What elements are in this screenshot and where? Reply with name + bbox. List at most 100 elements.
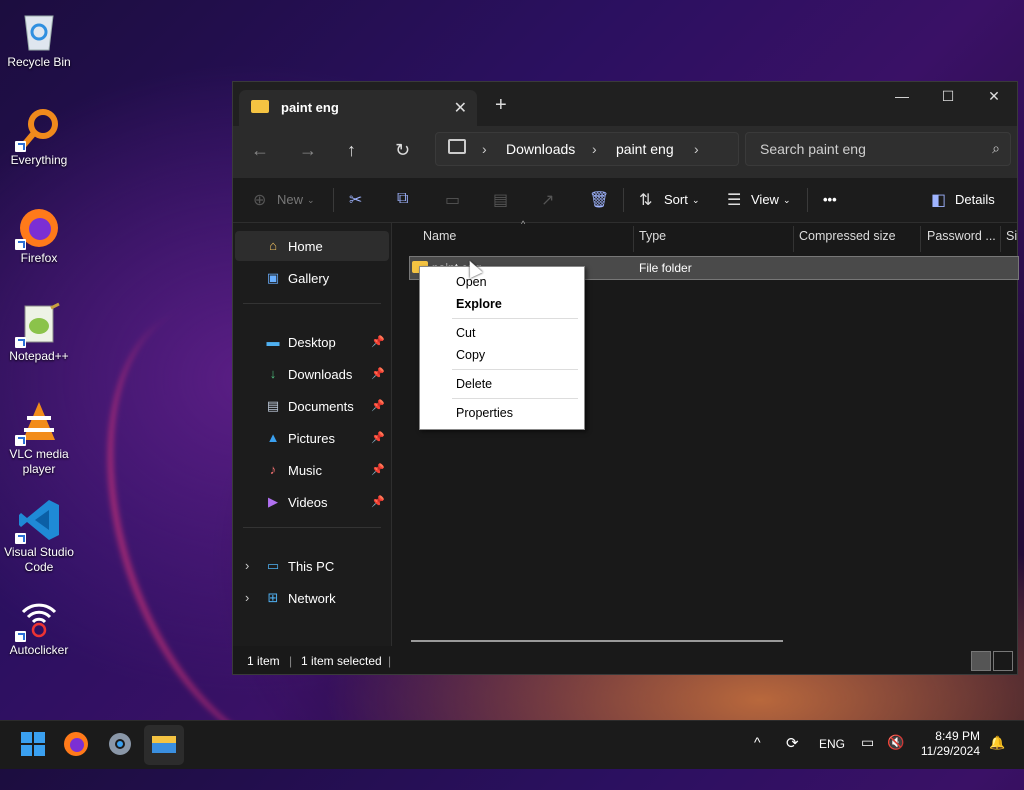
paste-icon[interactable]: ▭ (445, 190, 460, 210)
sidebar-item-network[interactable]: › ⊞ Network (235, 583, 389, 613)
view-button[interactable]: View (751, 192, 779, 207)
language-indicator[interactable]: ENG (819, 737, 845, 751)
tab-paint-eng[interactable]: paint eng ✕ (239, 90, 477, 126)
start-button[interactable] (20, 731, 48, 759)
back-arrow-icon[interactable]: ← (251, 140, 269, 161)
sidebar-item-downloads[interactable]: ↓ Downloads 📌 (235, 359, 389, 389)
tab-close-icon[interactable]: ✕ (454, 98, 467, 118)
search-input[interactable]: Search paint eng ⌕ (745, 132, 1011, 166)
taskbar-firefox-icon[interactable] (63, 731, 91, 759)
selection-count: 1 item selected (301, 654, 382, 668)
videos-icon: ▶ (268, 494, 278, 509)
column-header-size[interactable]: Si (1006, 229, 1017, 243)
chevron-down-icon: ⌄ (307, 195, 315, 205)
sidebar-item-desktop[interactable]: ▬ Desktop 📌 (235, 327, 389, 357)
pin-icon[interactable]: 📌 (371, 431, 385, 444)
breadcrumb[interactable]: › Downloads › paint eng › (435, 132, 739, 166)
rename-icon[interactable]: ▤ (493, 190, 508, 210)
minimize-button[interactable]: — (879, 88, 925, 104)
share-icon[interactable]: ↗ (541, 190, 554, 210)
title-bar: paint eng ✕ + — ☐ ✕ (233, 82, 1017, 126)
desktop-icon-notepadpp[interactable]: Notepad++ (0, 302, 78, 364)
gallery-icon: ▣ (266, 270, 280, 285)
taskbar: ^ ⟳ ENG ▭ 🔇 8:49 PM 11/29/2024 🔔 (0, 720, 1024, 769)
menu-item-copy[interactable]: Copy (456, 348, 485, 362)
sidebar-item-this-pc[interactable]: › ▭ This PC (235, 551, 389, 581)
view-icon[interactable]: ☰ (727, 190, 741, 210)
sidebar-item-documents[interactable]: ▤ Documents 📌 (235, 391, 389, 421)
sidebar-item-label: Gallery (288, 271, 330, 286)
column-header-compressed-size[interactable]: Compressed size (799, 229, 896, 243)
sidebar-item-home[interactable]: ⌂ Home (235, 231, 389, 261)
desktop-icon-firefox[interactable]: Firefox (0, 204, 78, 266)
copy-icon[interactable]: ⧉ (397, 190, 408, 208)
sidebar-item-gallery[interactable]: ▣ Gallery (235, 263, 389, 293)
pin-icon[interactable]: 📌 (371, 335, 385, 348)
column-header-name[interactable]: Name (423, 229, 456, 243)
firefox-icon (15, 204, 61, 250)
divider[interactable] (793, 226, 794, 252)
new-tab-button[interactable]: + (495, 94, 507, 117)
sidebar-item-music[interactable]: ♪ Music 📌 (235, 455, 389, 485)
sidebar-item-videos[interactable]: ▶ Videos 📌 (235, 487, 389, 517)
sort-icon[interactable]: ⇅ (639, 190, 652, 210)
sidebar-item-label: Desktop (288, 335, 336, 350)
delete-icon[interactable]: 🗑 (589, 190, 609, 210)
chevron-right-icon[interactable]: › (245, 558, 249, 573)
taskbar-settings-icon[interactable] (107, 731, 135, 759)
forward-arrow-icon[interactable]: → (299, 140, 317, 161)
desktop-icon-recycle-bin[interactable]: Recycle Bin (0, 8, 78, 70)
tab-title: paint eng (281, 100, 339, 115)
pin-icon[interactable]: 📌 (371, 495, 385, 508)
menu-item-cut[interactable]: Cut (456, 326, 475, 340)
chevron-right-icon[interactable]: › (694, 141, 699, 157)
menu-item-explore[interactable]: Explore (456, 297, 502, 311)
divider: | (289, 654, 293, 668)
divider[interactable] (920, 226, 921, 252)
chevron-right-icon[interactable]: › (245, 590, 249, 605)
desktop-icon-vlc[interactable]: VLC media player (0, 400, 78, 477)
desktop-icon-label: VLC media player (9, 447, 69, 476)
new-plus-icon[interactable]: ⊕ (253, 190, 266, 210)
divider[interactable] (633, 226, 634, 252)
details-view-icon[interactable] (971, 651, 991, 671)
refresh-icon[interactable]: ↻ (395, 140, 410, 161)
desktop-icon-everything[interactable]: Everything (0, 106, 78, 168)
sidebar-item-label: Home (288, 239, 323, 254)
details-pane-icon[interactable]: ◧ (931, 190, 946, 210)
horizontal-scrollbar[interactable] (411, 640, 783, 642)
sidebar-item-label: This PC (288, 559, 335, 574)
details-button[interactable]: Details (955, 192, 995, 207)
menu-item-properties[interactable]: Properties (456, 406, 513, 420)
cut-icon[interactable]: ✂ (349, 190, 362, 210)
desktop-icon-autoclicker[interactable]: Autoclicker (0, 596, 78, 658)
divider (243, 303, 381, 304)
breadcrumb-downloads[interactable]: Downloads (506, 141, 575, 157)
column-header-type[interactable]: Type (639, 229, 666, 243)
display-icon[interactable]: ▭ (861, 734, 874, 751)
more-options-button[interactable]: ••• (823, 192, 837, 207)
sync-icon[interactable]: ⟳ (786, 734, 799, 752)
pin-icon[interactable]: 📌 (371, 367, 385, 380)
menu-item-delete[interactable]: Delete (456, 377, 492, 391)
taskbar-file-explorer-icon[interactable] (144, 725, 184, 765)
up-arrow-icon[interactable]: ↑ (347, 140, 356, 161)
maximize-button[interactable]: ☐ (925, 88, 971, 105)
volume-mute-icon[interactable]: 🔇 (887, 734, 904, 751)
clock[interactable]: 8:49 PM 11/29/2024 (921, 729, 980, 759)
sidebar-item-pictures[interactable]: ▲ Pictures 📌 (235, 423, 389, 453)
desktop-icon-vscode[interactable]: Visual Studio Code (0, 498, 78, 575)
pin-icon[interactable]: 📌 (371, 463, 385, 476)
navigation-pane: ⌂ Home ▣ Gallery ▬ Desktop 📌 ↓ Downloads… (233, 223, 392, 646)
divider[interactable] (1000, 226, 1001, 252)
tiles-view-icon[interactable] (993, 651, 1013, 671)
breadcrumb-paint-eng[interactable]: paint eng (616, 141, 674, 157)
notification-bell-icon[interactable]: 🔔 (989, 735, 1005, 751)
new-button[interactable]: New (277, 192, 303, 207)
divider (452, 318, 578, 319)
pin-icon[interactable]: 📌 (371, 399, 385, 412)
column-header-password[interactable]: Password ... (927, 229, 996, 243)
close-button[interactable]: ✕ (971, 88, 1017, 105)
sort-button[interactable]: Sort (664, 192, 688, 207)
chevron-up-icon[interactable]: ^ (754, 734, 761, 750)
